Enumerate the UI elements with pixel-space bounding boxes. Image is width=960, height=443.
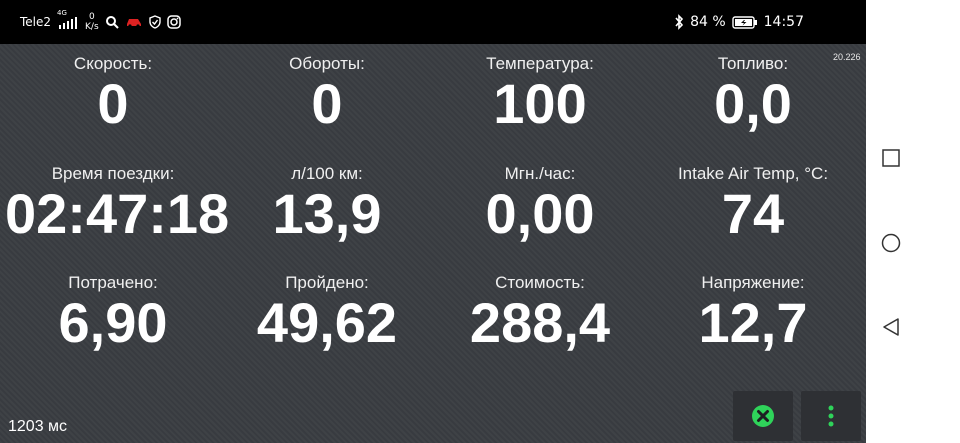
close-circle-icon xyxy=(752,405,774,427)
bluetooth-icon xyxy=(674,14,684,30)
gauge-rpm: Обороты: 0 xyxy=(219,54,435,132)
gauge-label: Intake Air Temp, °C: xyxy=(677,164,829,183)
back-button[interactable] xyxy=(881,317,901,337)
gauge-intake-air-temp: Intake Air Temp, °C: 74 xyxy=(645,164,861,242)
gauge-value: 12,7 xyxy=(698,291,808,354)
gauge-fuel: Топливо: 0,0 xyxy=(645,54,861,132)
recent-apps-button[interactable] xyxy=(881,148,901,168)
gauge-label: Стоимость: xyxy=(495,273,585,292)
gauge-label: Время поездки: xyxy=(51,164,175,183)
gauge-consumption: л/100 км: 13,9 xyxy=(219,164,435,242)
more-vert-icon xyxy=(828,405,834,427)
gauge-cost: Стоимость: 288,4 xyxy=(432,273,648,351)
gauge-label: Скорость: xyxy=(73,54,153,73)
gauge-label: Обороты: xyxy=(289,54,365,73)
battery-percent: 84 % xyxy=(690,14,726,30)
clock: 14:57 xyxy=(763,14,804,30)
system-nav-bar xyxy=(866,0,960,443)
gauge-value: 74 xyxy=(721,182,785,245)
battery-icon xyxy=(731,15,758,29)
net-speed-value: 0 xyxy=(88,12,95,22)
gauge-voltage: Напряжение: 12,7 xyxy=(645,273,861,351)
gauge-value: 49,62 xyxy=(256,291,398,354)
status-bar: Tele2 4G 0 K/s 84 % 14:57 xyxy=(0,0,866,44)
gauge-value: 02:47:18 xyxy=(5,182,230,245)
gauge-label: Температура: xyxy=(486,54,594,73)
disconnect-button[interactable] xyxy=(733,391,793,441)
signal-icon: 4G xyxy=(57,9,79,29)
shield-icon xyxy=(148,15,161,29)
carrier-label: Tele2 xyxy=(20,15,52,29)
gauge-trip-time: Время поездки: 02:47:18 xyxy=(5,164,230,245)
triangle-back-icon xyxy=(883,318,899,336)
gauge-value: 0,00 xyxy=(485,182,595,245)
gauge-value: 288,4 xyxy=(469,291,611,354)
gauge-value: 6,90 xyxy=(58,291,168,354)
gauge-label: Напряжение: xyxy=(701,273,805,292)
obd-dashboard: Tele2 4G 0 K/s 84 % 14:57 20.226 Скорост… xyxy=(0,0,866,443)
gauge-value: 13,9 xyxy=(272,182,382,245)
gauge-label: Топливо: xyxy=(717,54,789,73)
more-options-button[interactable] xyxy=(801,391,861,441)
gauge-label: Мгн./час: xyxy=(504,164,576,183)
home-button[interactable] xyxy=(881,233,901,253)
circle-icon xyxy=(881,233,901,253)
gauge-value: 0 xyxy=(311,72,343,135)
gauge-value: 0 xyxy=(97,72,129,135)
search-icon xyxy=(105,15,119,29)
gauge-temperature: Температура: 100 xyxy=(432,54,648,132)
instagram-icon xyxy=(166,15,181,29)
status-bar-right: 84 % 14:57 xyxy=(674,0,804,44)
net-speed: 0 K/s xyxy=(85,12,99,32)
net-speed-unit: K/s xyxy=(85,22,99,32)
gauge-value: 0,0 xyxy=(714,72,792,135)
gauge-speed: Скорость: 0 xyxy=(5,54,221,132)
status-bar-left: Tele2 4G 0 K/s xyxy=(20,0,181,44)
gauge-spent: Потрачено: 6,90 xyxy=(5,273,221,351)
gauge-label: л/100 км: xyxy=(291,164,363,183)
car-icon xyxy=(125,16,143,28)
square-icon xyxy=(882,149,900,167)
gauge-distance: Пройдено: 49,62 xyxy=(219,273,435,351)
gauge-label: Пройдено: xyxy=(285,273,369,292)
gauge-instant-per-hour: Мгн./час: 0,00 xyxy=(432,164,648,242)
gauge-value: 100 xyxy=(493,72,587,135)
gauge-label: Потрачено: xyxy=(68,273,158,292)
latency-label: 1203 мс xyxy=(8,418,68,435)
